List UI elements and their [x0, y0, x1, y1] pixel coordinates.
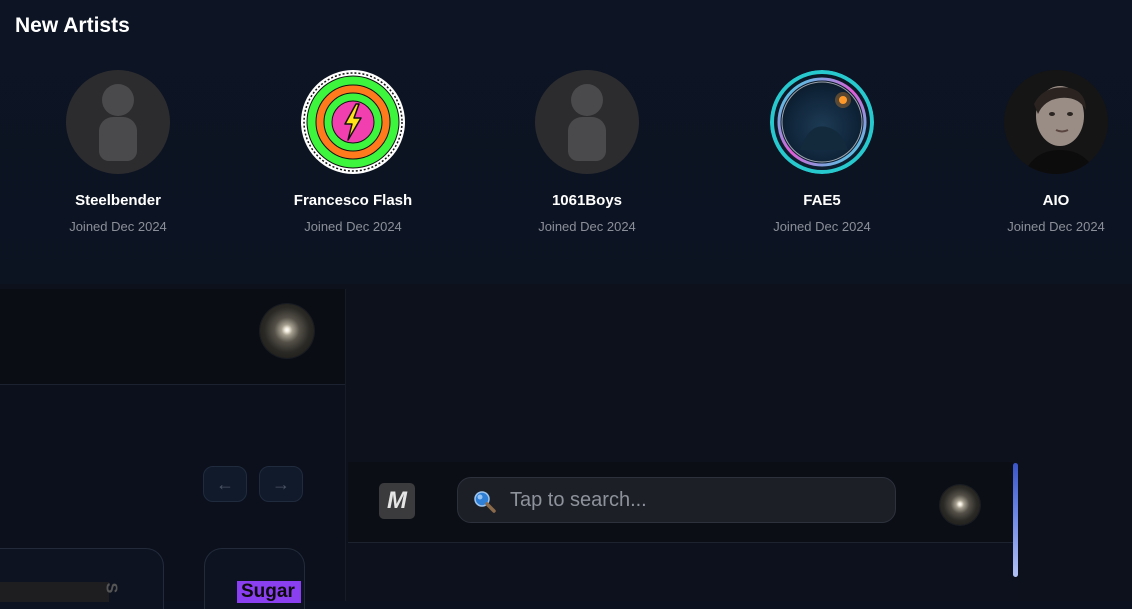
app-logo[interactable]: M	[379, 483, 415, 519]
artist-avatar[interactable]	[1004, 70, 1108, 174]
artist-name[interactable]: Francesco Flash	[253, 192, 453, 209]
artist-avatar[interactable]	[66, 70, 170, 174]
artist-card-1061boys[interactable]: 1061Boys Joined Dec 2024	[487, 70, 687, 234]
artist-name[interactable]: Steelbender	[18, 192, 218, 209]
search-window: M	[348, 462, 1018, 601]
artist-card-steelbender[interactable]: Steelbender Joined Dec 2024	[18, 70, 218, 234]
default-user-icon	[102, 84, 134, 116]
user-avatar[interactable]	[940, 485, 980, 525]
section-title: New Artists	[15, 14, 130, 37]
panel-header	[0, 289, 345, 385]
artist-card-fae5[interactable]: FAE5 Joined Dec 2024	[722, 70, 922, 234]
user-avatar[interactable]	[260, 304, 314, 358]
artist-joined-date: Joined Dec 2024	[69, 219, 167, 234]
carousel-prev-button[interactable]: ←	[203, 466, 247, 502]
content-card[interactable]: Sugar	[204, 548, 305, 609]
face-portrait	[1004, 70, 1108, 174]
artist-joined-date: Joined Dec 2024	[304, 219, 402, 234]
artist-card-aio[interactable]: AIO Joined Dec 2024	[956, 70, 1132, 234]
default-user-icon	[571, 84, 603, 116]
artist-avatar[interactable]	[535, 70, 639, 174]
artist-joined-date: Joined Dec 2024	[538, 219, 636, 234]
artist-avatar[interactable]	[301, 70, 405, 174]
card-thumbnail	[0, 582, 109, 602]
artist-joined-date: Joined Dec 2024	[1007, 219, 1105, 234]
search-header: M	[348, 462, 1013, 543]
search-input[interactable]	[510, 478, 880, 522]
card-glyph: S	[102, 582, 120, 594]
lightning-target-icon	[302, 71, 404, 173]
artist-card-francesco-flash[interactable]: Francesco Flash Joined Dec 2024	[253, 70, 453, 234]
search-bar[interactable]	[457, 477, 896, 523]
artist-name[interactable]: AIO	[956, 192, 1132, 209]
artist-avatar[interactable]	[770, 70, 874, 174]
scrollbar[interactable]	[1013, 463, 1018, 577]
artist-joined-date: Joined Dec 2024	[773, 219, 871, 234]
new-artists-section: New Artists Steelbender Joined Dec 2024 …	[0, 0, 1132, 284]
embedded-app-panel: ← → S Sugar	[0, 289, 346, 609]
neon-ring-artwork	[770, 70, 874, 174]
artist-name[interactable]: FAE5	[722, 192, 922, 209]
carousel-next-button[interactable]: →	[259, 466, 303, 502]
search-icon	[474, 491, 496, 513]
artist-name[interactable]: 1061Boys	[487, 192, 687, 209]
card-label: Sugar	[237, 581, 301, 603]
content-card[interactable]: S	[0, 548, 164, 609]
